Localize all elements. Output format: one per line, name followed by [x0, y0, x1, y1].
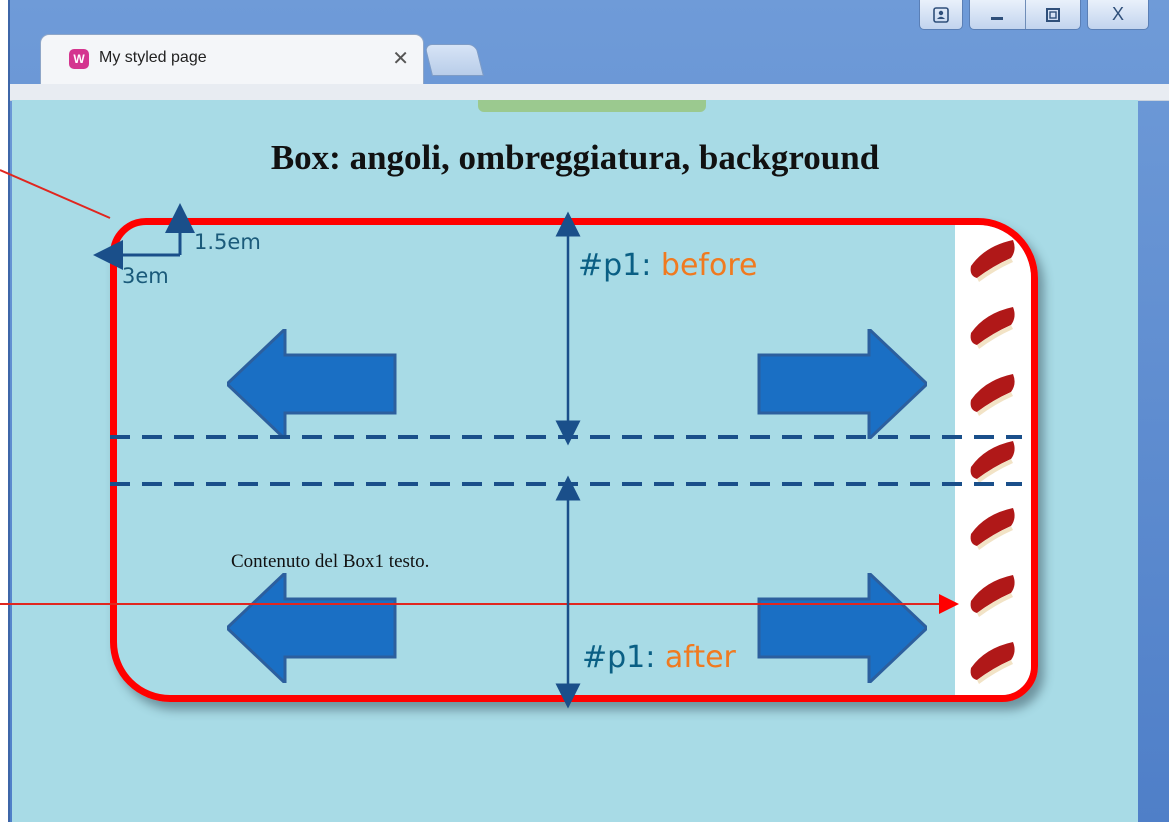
page-viewport: Box: angoli, ombreggiatura, background C…	[12, 100, 1138, 822]
minimize-icon	[991, 16, 1004, 20]
window-controls: X	[919, 0, 1149, 30]
arrow-right-icon	[757, 573, 927, 683]
book-icon	[970, 373, 1015, 416]
window-size-controls	[969, 0, 1081, 30]
close-window-button[interactable]: X	[1087, 0, 1149, 30]
book-icon	[970, 642, 1015, 685]
minimize-button[interactable]	[970, 0, 1026, 29]
book-icon	[970, 575, 1015, 618]
arrow-left-icon	[227, 329, 397, 439]
book-icon	[970, 239, 1015, 282]
after-label: #p1: after	[582, 640, 736, 675]
new-tab-button[interactable]	[424, 44, 484, 76]
box1: Contenuto del Box1 testo.	[110, 218, 1038, 702]
tab-my-styled-page[interactable]: W My styled page ✕	[40, 34, 424, 86]
maximize-button[interactable]	[1026, 0, 1081, 29]
close-icon: X	[1111, 4, 1124, 24]
browser-window: X W My styled page ✕ Box: angoli, ombreg…	[8, 0, 1169, 822]
arrow-left-icon	[227, 573, 397, 683]
book-icon	[970, 440, 1015, 483]
tab-close-button[interactable]: ✕	[392, 46, 409, 71]
page-heading: Box: angoli, ombreggiatura, background	[270, 138, 880, 177]
page-top-tag	[478, 100, 706, 112]
radius-horizontal-label: 3em	[122, 264, 169, 288]
box-content-text: Contenuto del Box1 testo.	[231, 551, 430, 572]
book-background-strip	[955, 225, 1031, 695]
before-selector: #p1:	[578, 248, 661, 283]
webmatrix-icon: W	[69, 49, 89, 69]
arrow-right-icon	[757, 329, 927, 439]
user-icon	[933, 6, 949, 23]
before-value: before	[660, 248, 758, 283]
maximize-icon	[1045, 7, 1060, 22]
browser-toolbar	[10, 84, 1169, 101]
book-icon	[970, 306, 1015, 349]
after-selector: #p1:	[582, 640, 665, 675]
before-label: #p1: before	[578, 248, 757, 283]
book-icon	[970, 508, 1015, 551]
after-value: after	[664, 640, 736, 675]
user-button[interactable]	[919, 0, 963, 30]
tab-title: My styled page	[99, 49, 207, 66]
radius-vertical-label: 1.5em	[194, 230, 261, 254]
